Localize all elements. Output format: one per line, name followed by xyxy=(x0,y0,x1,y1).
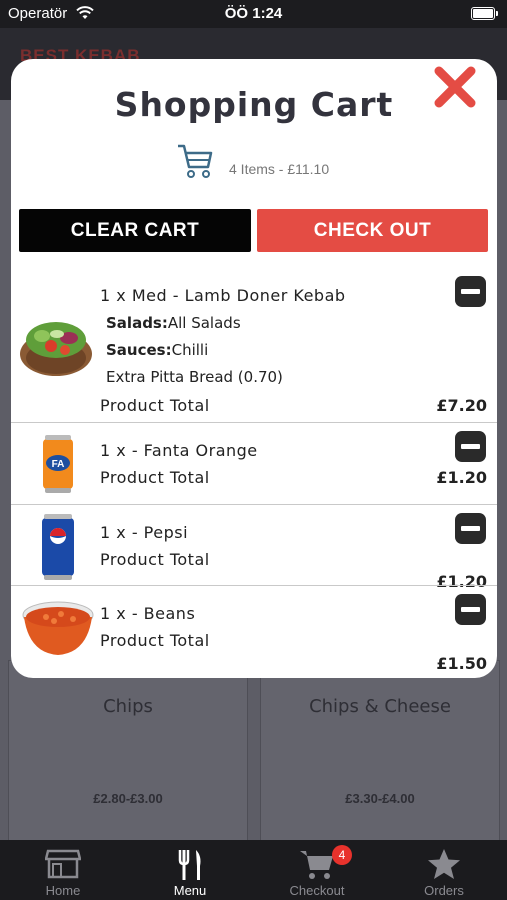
tab-label: Menu xyxy=(173,883,207,898)
remove-item-button[interactable] xyxy=(455,594,486,625)
fork-knife-icon xyxy=(178,850,201,880)
remove-item-button[interactable] xyxy=(455,513,486,544)
checkout-badge: 4 xyxy=(332,845,352,865)
detail-label: Salads: xyxy=(106,314,168,332)
product-total-label: Product Total xyxy=(100,468,210,487)
item-detail-salads: Salads:All Salads xyxy=(106,314,241,332)
item-price: £1.20 xyxy=(436,468,487,487)
cart-icon xyxy=(300,851,333,879)
pepsi-can-image xyxy=(42,514,74,580)
svg-text:FA: FA xyxy=(52,459,65,470)
store-icon xyxy=(45,849,81,879)
kebab-image xyxy=(20,322,92,376)
beans-bowl-image xyxy=(22,601,94,655)
detail-label: Sauces: xyxy=(106,341,172,359)
item-detail-extra: Extra Pitta Bread (0.70) xyxy=(106,368,283,386)
clear-cart-button[interactable]: CLEAR CART xyxy=(19,209,251,252)
menu-card-name: Chips xyxy=(103,696,153,717)
close-icon[interactable] xyxy=(431,63,479,111)
product-total-label: Product Total xyxy=(100,631,210,650)
product-total-label: Product Total xyxy=(100,550,210,569)
remove-item-button[interactable] xyxy=(455,431,486,462)
shopping-cart-modal: Shopping Cart 4 Items - £11.10 CLEAR CAR… xyxy=(11,59,497,678)
item-title: 1 x Med - Lamb Doner Kebab xyxy=(100,286,346,305)
modal-title: Shopping Cart xyxy=(114,85,394,124)
menu-card-chips-cheese[interactable]: Chips & Cheese £3.30-£4.00 xyxy=(260,660,500,842)
status-bar: Operatör ÖÖ 1:24 xyxy=(0,0,507,28)
tab-label: Home xyxy=(45,883,81,898)
tab-label: Orders xyxy=(424,883,464,898)
detail-value: Chilli xyxy=(171,341,209,359)
clock: ÖÖ 1:24 xyxy=(224,5,283,22)
item-title: 1 x - Beans xyxy=(100,604,196,623)
menu-card-name: Chips & Cheese xyxy=(309,696,451,717)
remove-item-button[interactable] xyxy=(455,276,486,307)
tab-menu[interactable]: Menu xyxy=(127,840,253,900)
product-total-label: Product Total xyxy=(100,396,210,415)
menu-card-price: £2.80-£3.00 xyxy=(93,791,163,806)
tab-bar: Home Menu 4 Checkout Orders xyxy=(0,840,507,900)
detail-value: Extra Pitta Bread (0.70) xyxy=(106,368,283,386)
tab-label: Checkout xyxy=(289,883,345,898)
battery-icon xyxy=(471,7,498,20)
cart-item: 1 x Med - Lamb Doner Kebab Salads:All Sa… xyxy=(11,252,497,422)
fanta-can-image: FA xyxy=(43,435,73,493)
item-price: £1.50 xyxy=(436,654,487,673)
cart-item: FA 1 x - Fanta Orange Product Total £1.2… xyxy=(11,422,497,505)
item-title: 1 x - Fanta Orange xyxy=(100,441,258,460)
menu-card-chips[interactable]: Chips £2.80-£3.00 xyxy=(8,660,248,842)
tab-checkout[interactable]: 4 Checkout xyxy=(254,840,380,900)
detail-value: All Salads xyxy=(167,314,241,332)
cart-item: 1 x - Pepsi Product Total £1.20 xyxy=(11,504,497,591)
cart-item: 1 x - Beans Product Total £1.50 xyxy=(11,585,497,678)
tab-home[interactable]: Home xyxy=(0,840,126,900)
item-price: £7.20 xyxy=(436,396,487,415)
check-out-button[interactable]: CHECK OUT xyxy=(257,209,488,252)
cart-summary-text: 4 Items - £11.10 xyxy=(229,161,330,177)
cart-icon xyxy=(178,144,213,178)
star-icon xyxy=(428,849,460,879)
menu-card-price: £3.30-£4.00 xyxy=(345,791,415,806)
tab-orders[interactable]: Orders xyxy=(381,840,507,900)
item-title: 1 x - Pepsi xyxy=(100,523,189,542)
item-detail-sauces: Sauces:Chilli xyxy=(106,341,208,359)
